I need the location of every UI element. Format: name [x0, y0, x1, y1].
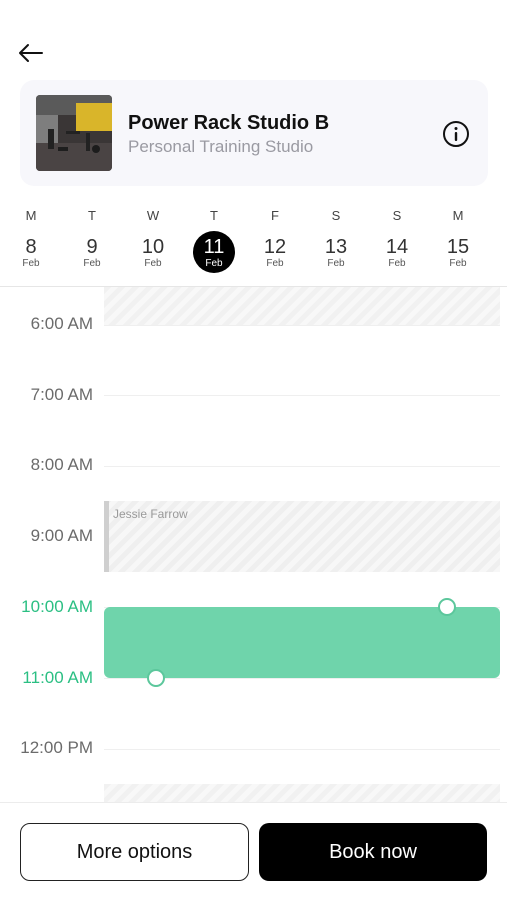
week-date-picker: M 8 Feb T 9 Feb W 10 Feb T 11 Feb F 12 F…	[0, 206, 507, 286]
day-item[interactable]: W 10 Feb	[123, 206, 183, 286]
day-month: Feb	[83, 258, 101, 269]
info-icon	[443, 121, 469, 147]
day-item[interactable]: S 13 Feb	[306, 206, 366, 286]
selection-start-handle[interactable]	[438, 598, 456, 616]
day-letter: M	[25, 208, 37, 223]
day-number: 11	[203, 236, 225, 258]
day-number: 9	[86, 236, 98, 258]
hour-line	[104, 395, 500, 396]
unavailable-slot	[104, 287, 500, 325]
schedule-timeline[interactable]: 6:00 AM 7:00 AM 8:00 AM 9:00 AM 10:00 AM…	[0, 287, 507, 802]
existing-booking: Jessie Farrow	[104, 501, 500, 572]
hour-line	[104, 749, 500, 750]
day-number: 13	[324, 236, 348, 258]
day-number: 14	[385, 236, 409, 258]
selection-end-handle[interactable]	[147, 669, 165, 687]
hour-label-active: 10:00 AM	[21, 597, 93, 616]
back-button[interactable]	[14, 36, 48, 70]
studio-name: Power Rack Studio B	[128, 112, 330, 134]
day-item[interactable]: F 12 Feb	[245, 206, 305, 286]
info-button[interactable]	[442, 120, 470, 148]
day-month: Feb	[144, 258, 162, 269]
studio-photo	[36, 95, 112, 171]
day-month: Feb	[388, 258, 406, 269]
hour-label-active: 11:00 AM	[22, 668, 93, 687]
studio-card[interactable]: Power Rack Studio B Personal Training St…	[20, 80, 488, 186]
arrow-left-icon	[19, 44, 43, 62]
day-letter: S	[331, 208, 341, 223]
studio-type: Personal Training Studio	[128, 137, 314, 156]
book-now-button[interactable]: Book now	[259, 823, 487, 881]
day-month: Feb	[449, 258, 467, 269]
day-number: 8	[25, 236, 37, 258]
day-item-selected[interactable]: T 11 Feb	[184, 206, 244, 286]
hour-line	[104, 325, 500, 326]
booking-name: Jessie Farrow	[113, 507, 188, 521]
day-item[interactable]: M 8 Feb	[1, 206, 61, 286]
day-letter: T	[210, 208, 218, 223]
day-item[interactable]: S 14 Feb	[367, 206, 427, 286]
hour-line	[104, 466, 500, 467]
hour-label: 7:00 AM	[30, 385, 93, 404]
day-letter: S	[392, 208, 402, 223]
day-item[interactable]: T 9 Feb	[62, 206, 122, 286]
unavailable-slot	[104, 784, 500, 802]
hour-label: 9:00 AM	[30, 526, 93, 545]
day-letter: W	[146, 208, 160, 223]
day-letter: M	[452, 208, 464, 223]
day-number: 10	[141, 236, 165, 258]
day-item[interactable]: M 15 Feb	[428, 206, 488, 286]
day-month: Feb	[205, 258, 223, 269]
day-letter: T	[88, 208, 96, 223]
hour-label: 12:00 PM	[20, 738, 93, 757]
day-month: Feb	[327, 258, 345, 269]
day-number: 15	[446, 236, 470, 258]
bottom-action-bar: More options Book now	[0, 802, 507, 900]
hour-label: 6:00 AM	[30, 314, 93, 333]
booking-indicator-bar	[104, 501, 109, 572]
day-number: 12	[263, 236, 287, 258]
hour-label: 8:00 AM	[30, 455, 93, 474]
day-month: Feb	[266, 258, 284, 269]
more-options-button[interactable]: More options	[20, 823, 249, 881]
day-month: Feb	[22, 258, 40, 269]
selected-time-slot[interactable]	[104, 607, 500, 678]
day-letter: F	[271, 208, 279, 223]
